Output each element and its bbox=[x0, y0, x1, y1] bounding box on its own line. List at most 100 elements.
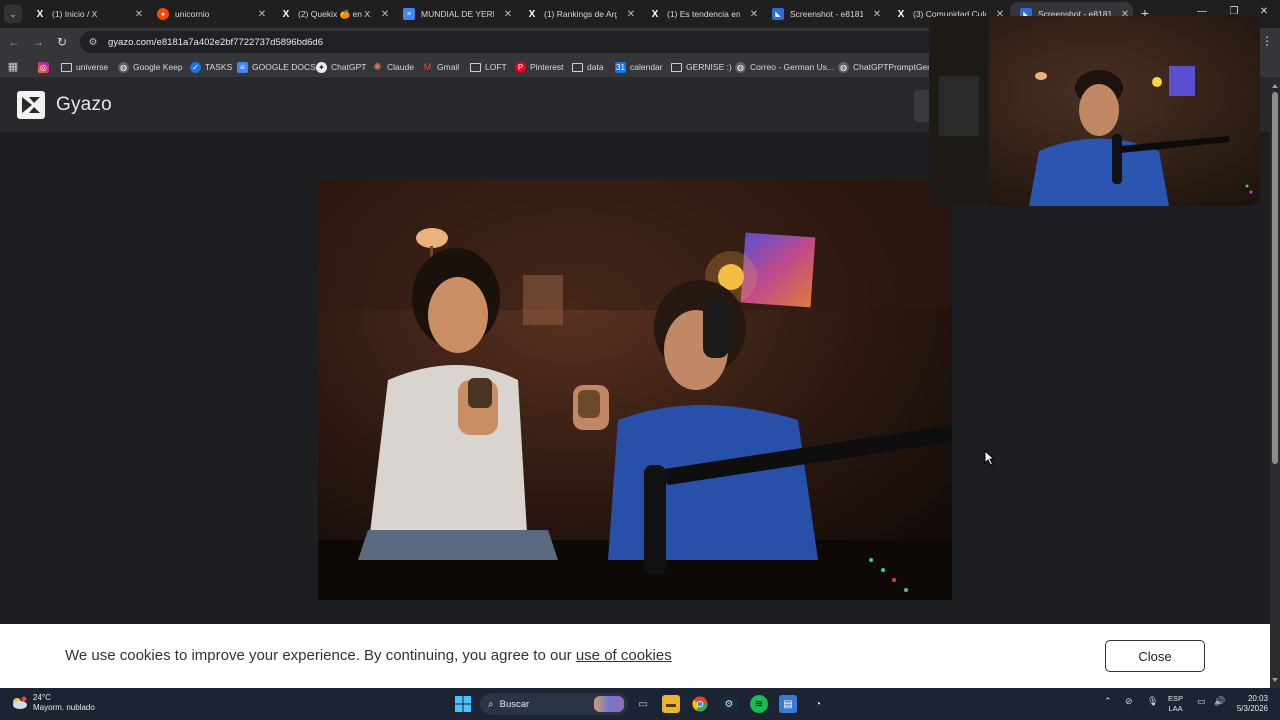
reload-icon[interactable]: ↻ bbox=[54, 34, 70, 50]
forward-arrow-icon[interactable]: → bbox=[30, 34, 46, 50]
close-icon[interactable]: ✕ bbox=[746, 9, 762, 20]
steam-icon[interactable]: ⚙ bbox=[720, 695, 738, 713]
app-badge-icon[interactable]: ◔ bbox=[809, 695, 827, 713]
tab-title: Screenshot - e8181a bbox=[790, 9, 863, 19]
tab-rankings[interactable]: X (1) Rankings de Arge ✕ bbox=[516, 2, 639, 26]
network-off-icon[interactable]: ⊘ bbox=[1125, 696, 1133, 707]
system-clock[interactable]: 20:03 5/3/2026 bbox=[1237, 694, 1268, 714]
page-scrollbar[interactable] bbox=[1270, 78, 1280, 688]
close-icon[interactable]: ✕ bbox=[623, 9, 639, 20]
cookie-message: We use cookies to improve your experienc… bbox=[65, 647, 672, 664]
gyazo-logo-icon bbox=[17, 91, 45, 119]
bookmark-label: Gmail bbox=[437, 62, 460, 72]
tab-screenshot-1[interactable]: ◣ Screenshot - e8181a ✕ bbox=[762, 2, 885, 26]
docs-icon: ≡ bbox=[237, 61, 248, 73]
screenshot-image[interactable] bbox=[318, 180, 952, 600]
url-input[interactable] bbox=[108, 36, 708, 48]
calendar-icon: 31 bbox=[615, 61, 626, 73]
show-hidden-icons-chevron-icon[interactable]: ⌃ bbox=[1104, 696, 1112, 707]
bookmark-label: TASKS bbox=[205, 62, 233, 72]
docs-icon: ≡ bbox=[403, 8, 415, 20]
globe-icon: ◍ bbox=[838, 61, 849, 73]
close-icon[interactable]: ✕ bbox=[131, 9, 147, 20]
tab-unicornio[interactable]: ● unicornio ✕ bbox=[147, 2, 270, 26]
chrome-icon[interactable] bbox=[691, 695, 709, 713]
tab-inicio-x[interactable]: X (1) Inicio / X ✕ bbox=[24, 2, 147, 26]
bookmark-claude[interactable]: ✺ Claude bbox=[372, 59, 414, 75]
x-icon: X bbox=[651, 8, 659, 20]
cookie-banner: We use cookies to improve your experienc… bbox=[0, 624, 1270, 688]
bookmark-label: LOFT bbox=[485, 62, 507, 72]
globe-icon: ◍ bbox=[735, 61, 746, 73]
bookmark-google-docs[interactable]: ≡ GOOGLE DOCS bbox=[237, 59, 316, 75]
bookmark-universe[interactable]: universe bbox=[61, 59, 108, 75]
address-bar[interactable]: ⚙ bbox=[80, 31, 940, 53]
cookie-policy-link[interactable]: use of cookies bbox=[576, 647, 672, 664]
bookmark-gernise[interactable]: GERNISE :) bbox=[671, 59, 732, 75]
task-view-icon[interactable]: ▭ bbox=[634, 695, 652, 713]
bookmark-pinterest[interactable]: P Pinterest bbox=[515, 59, 564, 75]
microphone-icon[interactable]: 🎙 bbox=[1147, 696, 1158, 707]
bookmark-calendar[interactable]: 31 calendar bbox=[615, 59, 663, 75]
tab-title: unicornio bbox=[175, 9, 210, 19]
bookmark-chatgpt[interactable]: ✦ ChatGPT bbox=[316, 59, 366, 75]
spotify-icon[interactable]: ≋ bbox=[750, 695, 768, 713]
search-icon: ⌕ bbox=[488, 698, 494, 710]
window-close-icon[interactable]: ✕ bbox=[1254, 6, 1274, 17]
close-icon[interactable]: ✕ bbox=[500, 9, 516, 20]
tab-title: (1) Rankings de Arge bbox=[544, 9, 617, 19]
screen: ⌄ X (1) Inicio / X ✕ ● unicornio ✕ X (2)… bbox=[0, 0, 1280, 720]
volume-icon[interactable]: 🔊 bbox=[1214, 696, 1225, 707]
x-icon: X bbox=[282, 8, 290, 20]
scroll-up-arrow-icon[interactable] bbox=[1272, 84, 1278, 88]
bookmark-label: Google Keep bbox=[133, 62, 183, 72]
input-language[interactable]: ESP LAA bbox=[1168, 694, 1183, 714]
folder-icon bbox=[572, 62, 583, 72]
x-icon: X bbox=[528, 8, 536, 20]
apps-grid-icon[interactable]: ▦ bbox=[6, 60, 20, 74]
language-code: ESP bbox=[1168, 694, 1184, 703]
tab-tendencia[interactable]: X (1) Es tendencia en X ✕ bbox=[639, 2, 762, 26]
windows-start-icon[interactable] bbox=[454, 695, 472, 713]
webcam-video bbox=[929, 16, 1260, 206]
browser-menu-icon[interactable]: ⋮ bbox=[1260, 34, 1274, 48]
file-explorer-icon[interactable]: ▬ bbox=[662, 695, 680, 713]
bookmark-tasks[interactable]: ✓ TASKS bbox=[190, 59, 232, 75]
folder-icon bbox=[671, 62, 682, 72]
scroll-down-arrow-icon[interactable] bbox=[1272, 678, 1278, 682]
gyazo-logo[interactable]: Gyazo bbox=[16, 90, 112, 120]
bookmark-label: ChatGPTPromptGen... bbox=[853, 62, 939, 72]
x-icon: X bbox=[36, 8, 44, 20]
close-icon[interactable]: ✕ bbox=[377, 9, 393, 20]
scroll-thumb[interactable] bbox=[1272, 92, 1278, 464]
tab-search-icon[interactable]: ⌄ bbox=[4, 5, 22, 23]
bookmark-instagram[interactable]: ◎ bbox=[38, 59, 49, 75]
tab-mundial-yerbas[interactable]: ≡ MUNDIAL DE YERBAS ✕ bbox=[393, 2, 516, 26]
bookmark-label: universe bbox=[76, 62, 109, 72]
windows-taskbar: 24°C Mayorm. nublado ⌕ Buscar ▭ ▬ ⚙ ≋ ▤ … bbox=[0, 688, 1280, 720]
close-icon[interactable]: ✕ bbox=[254, 9, 270, 20]
gmail-icon: M bbox=[423, 62, 432, 72]
weather-widget[interactable]: 24°C Mayorm. nublado bbox=[10, 693, 95, 713]
bookmark-correo[interactable]: ◍ Correo - German Us... bbox=[735, 59, 834, 75]
taskbar-search[interactable]: ⌕ Buscar bbox=[480, 693, 628, 715]
bookmark-google-keep[interactable]: ◍ Google Keep bbox=[118, 59, 183, 75]
tab-title: (1) Inicio / X bbox=[52, 9, 98, 19]
bookmark-chatgpt-prompt[interactable]: ◍ ChatGPTPromptGen... bbox=[838, 59, 939, 75]
clock-date: 5/3/2026 bbox=[1236, 704, 1268, 713]
bookmark-loft[interactable]: LOFT bbox=[470, 59, 507, 75]
weather-description: Mayorm. nublado bbox=[33, 703, 95, 712]
back-arrow-icon[interactable]: ← bbox=[6, 34, 22, 50]
cloudy-weather-icon bbox=[13, 696, 27, 709]
close-icon[interactable]: ✕ bbox=[869, 9, 885, 20]
cookie-close-button[interactable]: Close bbox=[1105, 640, 1205, 672]
tasks-icon: ✓ bbox=[190, 61, 201, 73]
bookmark-data[interactable]: data bbox=[572, 59, 604, 75]
bookmark-gmail[interactable]: M Gmail bbox=[422, 59, 459, 75]
tab-quekix[interactable]: X (2) Quekix 🍊 en X: " ✕ bbox=[270, 2, 393, 26]
globe-icon: ◍ bbox=[118, 61, 129, 73]
site-info-icon[interactable]: ⚙ bbox=[86, 35, 100, 49]
notepad-icon[interactable]: ▤ bbox=[779, 695, 797, 713]
bookmark-label: Pinterest bbox=[530, 62, 564, 72]
display-icon[interactable]: ▭ bbox=[1197, 696, 1206, 707]
